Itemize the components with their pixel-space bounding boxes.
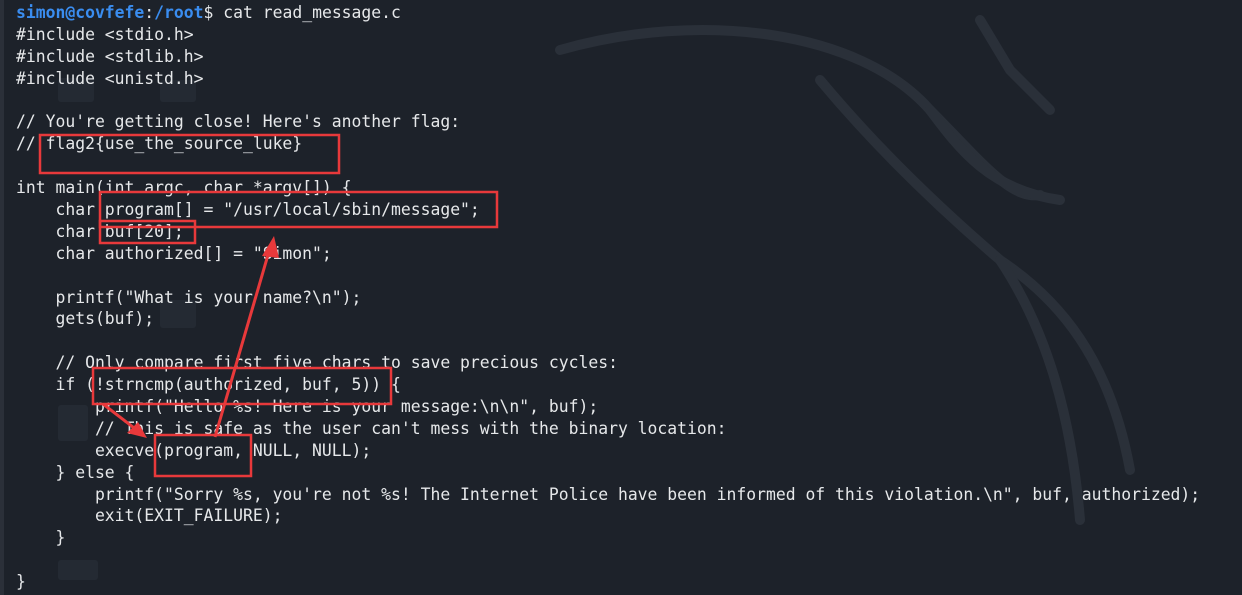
terminal-output[interactable]: simon@covfefe:/root$ cat read_message.c #… [16, 2, 1200, 593]
code-line: // You're getting close! Here's another … [16, 112, 461, 132]
code-line: char authorized[] = "Simon"; [16, 243, 332, 263]
code-line: } else { [16, 462, 135, 482]
code-line: exit(EXIT_FAILURE); [16, 506, 283, 526]
prompt-separator: : [144, 3, 155, 22]
prompt-symbol: $ [203, 3, 224, 22]
prompt-user-host: simon@covfefe [16, 3, 145, 22]
code-line: #include <stdio.h> [16, 24, 194, 44]
code-line: printf("Sorry %s, you're not %s! The Int… [16, 484, 1201, 504]
code-line: execve(program, NULL, NULL); [16, 440, 372, 460]
terminal-window[interactable]: simon@covfefe:/root$ cat read_message.c #… [0, 0, 1242, 595]
flag-comment-line: // flag2{use_the_source_luke} [16, 134, 303, 154]
window-left-border [0, 0, 4, 595]
shell-prompt-line: simon@covfefe:/root$ cat read_message.c [16, 2, 1200, 24]
code-line: if (!strncmp(authorized, buf, 5)) { [16, 375, 401, 395]
code-line: printf("Hello %s! Here is your message:\… [16, 397, 599, 417]
prompt-path: /root [154, 3, 204, 22]
code-line: // This is safe as the user can't mess w… [16, 418, 727, 438]
code-line: // Only compare first five chars to save… [16, 353, 618, 373]
code-line: } [16, 572, 26, 592]
code-line: #include <stdlib.h> [16, 46, 204, 66]
code-line: #include <unistd.h> [16, 68, 204, 88]
code-line: printf("What is your name?\n"); [16, 287, 362, 307]
prompt-command: cat read_message.c [223, 3, 401, 22]
code-line: char program[] = "/usr/local/sbin/messag… [16, 200, 480, 220]
code-line: int main(int argc, char *argv[]) { [16, 178, 352, 198]
code-line: char buf[20]; [16, 221, 184, 241]
code-line: } [16, 528, 66, 548]
code-line: gets(buf); [16, 309, 155, 329]
